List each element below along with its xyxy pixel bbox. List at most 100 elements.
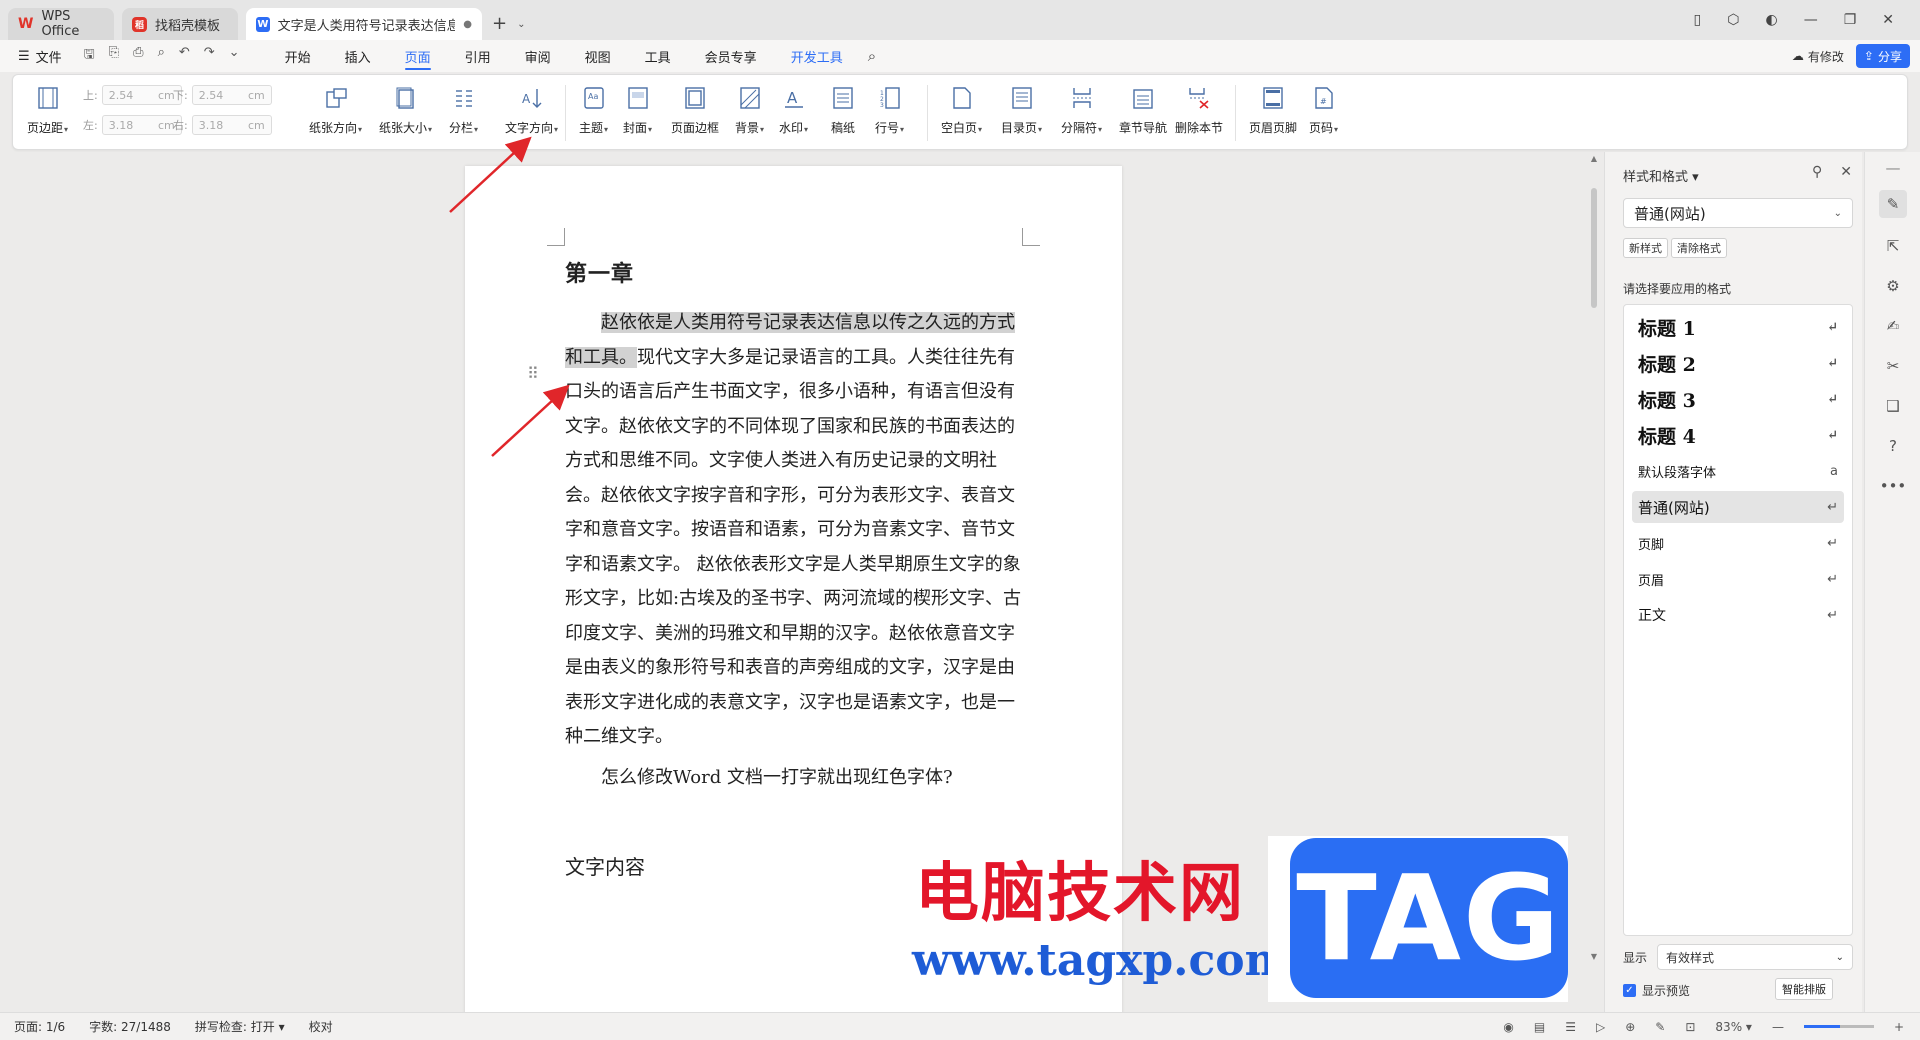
adjust-sliders-icon[interactable]: ⚙ [1879,272,1907,300]
vertical-scrollbar[interactable]: ▲ ▼ [1588,152,1600,1012]
book-icon[interactable]: ❑ [1879,392,1907,420]
pen-icon[interactable]: ✎ [1655,1020,1665,1034]
eye-icon[interactable]: ◉ [1503,1020,1513,1034]
tab-view[interactable]: 视图 [568,40,628,72]
tab-wps-office[interactable]: W WPS Office [8,8,114,40]
modified-indicator[interactable]: ☁ 有修改 [1792,48,1844,65]
delete-section-button[interactable]: 删除本节 [1175,85,1223,136]
tab-list-chevron-icon[interactable]: ⌄ [517,19,525,30]
more-icon[interactable]: ••• [1879,472,1907,500]
edit-doc-icon[interactable]: ✍ [1879,312,1907,340]
toc-page-button[interactable]: 目录页▾ [1001,85,1042,136]
tab-home[interactable]: 开始 [268,40,328,72]
margin-top-input[interactable]: 2.54 cm [101,85,182,105]
page-view-icon[interactable]: ▤ [1534,1020,1545,1034]
margins-button[interactable]: 页边距▾ [27,85,68,136]
document-body[interactable]: 第一章 赵依依是人类用符号记录表达信息以传之久远的方式和工具。现代文字大多是记录… [565,256,1030,880]
smart-layout-button[interactable]: 智能排版 [1775,978,1833,1000]
style-heading-1[interactable]: 标题 1 ↵ [1632,311,1844,343]
style-heading-2[interactable]: 标题 2 ↵ [1632,347,1844,379]
undo-icon[interactable]: ↶ [179,45,190,67]
tab-review[interactable]: 审阅 [508,40,568,72]
zoom-slider[interactable] [1803,1025,1874,1028]
blank-page-button[interactable]: 空白页▾ [941,85,982,136]
style-heading-3[interactable]: 标题 3 ↵ [1632,383,1844,415]
unsaved-dot-icon[interactable]: ● [463,19,472,30]
select-cursor-icon[interactable]: ⇱ [1879,232,1907,260]
scroll-down-icon[interactable]: ▼ [1588,952,1600,961]
current-style-select[interactable]: 普通(网站) ⌄ [1623,198,1853,228]
paper-size-button[interactable]: 纸张大小▾ [379,85,432,136]
file-menu[interactable]: ☰ 文件 [18,47,62,66]
background-button[interactable]: 背景▾ [735,85,764,136]
margin-left-input[interactable]: 3.18 cm [101,115,182,135]
scroll-up-icon[interactable]: ▲ [1588,154,1600,163]
page-border-button[interactable]: 页面边框 [671,85,719,136]
collapse-icon[interactable]: — [1879,154,1907,182]
paragraph-drag-handle-icon[interactable]: ⠿ [527,364,539,383]
page-indicator[interactable]: 页面: 1/6 [14,1018,65,1035]
tab-find-template[interactable]: 稻 找稻壳模板 [122,8,238,40]
cube-icon[interactable]: ⬡ [1727,12,1739,28]
style-body-text[interactable]: 正文 ↵ [1632,599,1844,631]
print-preview-icon[interactable]: ⌕ [158,45,165,67]
more-chevron-icon[interactable]: ⌄ [229,45,240,67]
chapter-nav-button[interactable]: 章节导航 [1119,85,1167,136]
style-normal-web[interactable]: 普通(网站) ↵ [1632,491,1844,523]
layout-icon[interactable]: ▯ [1694,12,1702,28]
redo-icon[interactable]: ↷ [204,45,215,67]
tab-page[interactable]: 页面 [388,40,448,72]
save-icon[interactable]: 🖫 [84,45,95,67]
tab-developer[interactable]: 开发工具 [774,40,860,72]
tools-icon[interactable]: ✂ [1879,352,1907,380]
close-button[interactable]: ✕ [1882,12,1894,28]
header-footer-button[interactable]: 页眉页脚 [1249,85,1297,136]
tab-tools[interactable]: 工具 [628,40,688,72]
show-preview-checkbox[interactable]: ✓ [1623,984,1636,997]
page-number-button[interactable]: # 页码▾ [1309,85,1338,136]
avatar[interactable]: ◐ [1765,12,1777,28]
zoom-in-icon[interactable]: + [1894,1020,1904,1034]
tab-document[interactable]: W 文字是人类用符号记录表达信息以 ● [246,8,482,40]
columns-button[interactable]: 分栏▾ [449,85,478,136]
styles-pen-icon[interactable]: ✎ [1879,190,1907,218]
margin-right-input[interactable]: 3.18 cm [191,115,272,135]
spell-check-toggle[interactable]: 拼写检查: 打开 ▾ [195,1018,285,1035]
search-icon[interactable]: ⌕ [868,47,876,65]
style-header[interactable]: 页眉 ↵ [1632,563,1844,595]
print-icon[interactable]: ⎙ [133,45,143,67]
zoom-out-icon[interactable]: — [1772,1020,1784,1034]
clear-format-button[interactable]: 清除格式 [1671,238,1727,258]
close-icon[interactable]: ✕ [1840,164,1852,180]
restore-button[interactable]: ❐ [1844,12,1857,28]
tab-member[interactable]: 会员专享 [688,40,774,72]
share-button[interactable]: ⇪ 分享 [1855,44,1910,68]
tab-references[interactable]: 引用 [448,40,508,72]
margin-bottom-input[interactable]: 2.54 cm [191,85,272,105]
manuscript-button[interactable]: 稿纸 [831,85,855,136]
tab-insert[interactable]: 插入 [328,40,388,72]
new-style-button[interactable]: 新样式 [1623,238,1668,258]
proofread-button[interactable]: 校对 [309,1018,333,1035]
word-count[interactable]: 字数: 27/1488 [89,1018,171,1035]
scroll-thumb[interactable] [1591,188,1597,308]
outline-view-icon[interactable]: ☰ [1565,1020,1576,1034]
watermark-button[interactable]: A 水印▾ [779,85,808,136]
style-default-paragraph-font[interactable]: 默认段落字体 a [1632,455,1844,487]
theme-button[interactable]: Aa 主题▾ [579,85,608,136]
zoom-level[interactable]: 83% ▾ [1715,1020,1752,1034]
show-filter-select[interactable]: 有效样式 ⌄ [1657,944,1854,970]
text-direction-button[interactable]: A 文字方向▾ [505,85,558,136]
help-icon[interactable]: ? [1879,432,1907,460]
styles-panel-title[interactable]: 样式和格式 ▾ [1623,166,1699,185]
paragraph-text[interactable]: 现代文字大多是记录语言的工具。人类往往先有口头的语言后产生书面文字，很多小语种，… [565,347,1021,748]
show-preview-row[interactable]: ✓ 显示预览 [1623,982,1690,999]
line-numbers-button[interactable]: 123 行号▾ [875,85,904,136]
export-icon[interactable]: ⎘ [109,45,119,67]
pin-icon[interactable]: ⚲ [1812,164,1822,180]
new-tab-button[interactable]: + [492,13,507,34]
fit-page-icon[interactable]: ⊡ [1685,1020,1695,1034]
cover-button[interactable]: 封面▾ [623,85,652,136]
separator-button[interactable]: 分隔符▾ [1061,85,1102,136]
orientation-button[interactable]: 纸张方向▾ [309,85,362,136]
